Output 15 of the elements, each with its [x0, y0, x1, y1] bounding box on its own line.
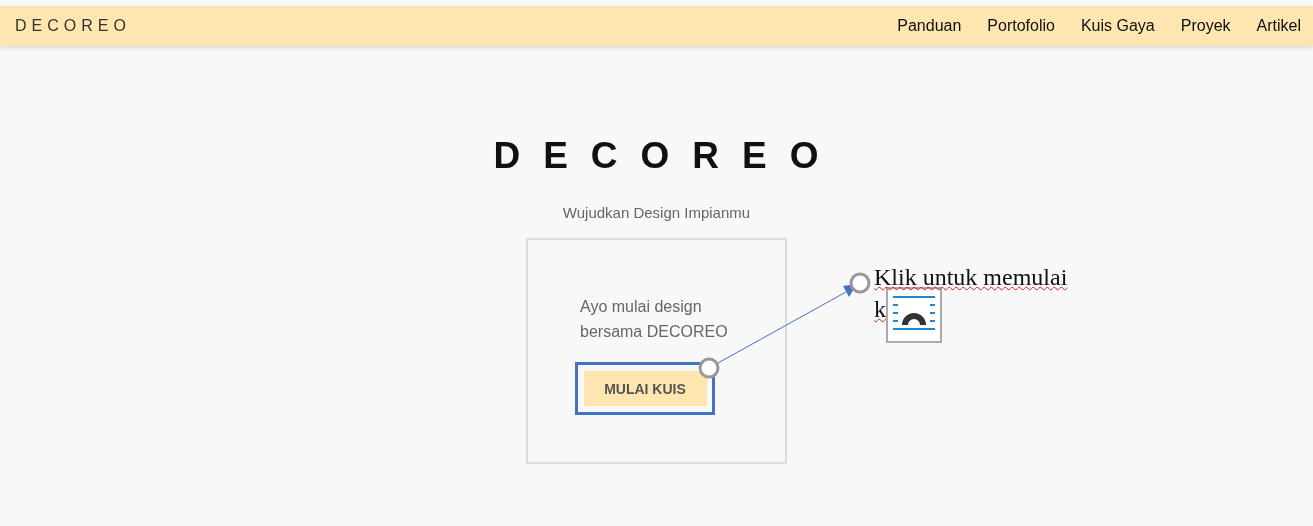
annotation-text: k [874, 298, 886, 320]
handle-icon[interactable] [849, 272, 871, 294]
nav-link[interactable]: Kuis Gaya [1080, 17, 1155, 35]
nav-link[interactable]: Portofolio [987, 17, 1055, 35]
card-text: Ayo mulai design bersama DECOREO [580, 297, 729, 342]
layout-options-icon[interactable] [886, 287, 942, 343]
quiz-button[interactable]: MULAI KUIS [583, 371, 707, 406]
nav-link[interactable]: Panduan [897, 17, 962, 35]
logo[interactable]: DECOREO [15, 17, 131, 35]
nav-link[interactable]: Proyek [1180, 17, 1231, 35]
annotation-text: Klik untuk memulai [874, 266, 1068, 288]
nav-link[interactable]: Artikel [1256, 17, 1301, 35]
hero-subtitle: Wujudkan Design Impianmu [562, 204, 751, 221]
handle-icon[interactable] [698, 357, 720, 379]
hero-title: DECOREO [493, 136, 842, 176]
